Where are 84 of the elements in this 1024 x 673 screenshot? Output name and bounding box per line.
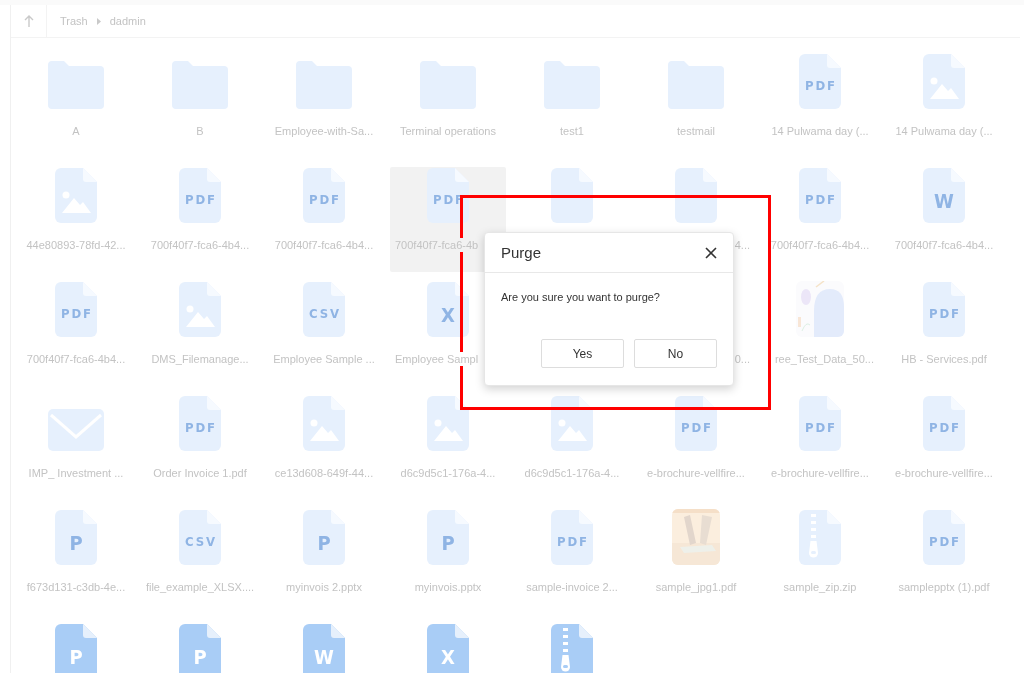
document-icon: CSV [179,510,221,565]
file-name: ree_Test_Data_50... [774,352,874,366]
file-name: 700f40f7-fca6-4b4... [894,238,994,252]
document-icon: PDF [179,396,221,451]
document-icon: PDF [55,282,97,337]
folder-icon [172,61,228,109]
file-name: myinvois 2.pptx [286,580,362,594]
document-icon: PDF [303,168,345,223]
file-name: e-brochure-vellfire... [647,466,745,480]
file-name: HB - Services.pdf [901,352,987,366]
document-icon: PDF [923,510,965,565]
folder-icon [668,61,724,109]
image-file-icon [179,282,221,337]
folder-icon [48,61,104,109]
document-icon: X [427,282,469,337]
dialog-message: Are you sure you want to purge? [501,291,660,303]
document-icon: P [179,624,221,673]
file-name: myinvois.pptx [414,580,482,594]
file-name: f673d131-c3db-4e... [26,580,126,594]
file-name: 700f40f7-fca6-4b4... [26,352,126,366]
file-name: e-brochure-vellfire... [895,466,993,480]
document-icon: X [427,624,469,673]
document-icon: P [55,624,97,673]
file-name: samplepptx (1).pdf [898,580,990,594]
file-name: Employee Sample ... [273,352,375,366]
document-icon: P [303,510,345,565]
cancel-button[interactable]: No [634,339,717,368]
confirm-button[interactable]: Yes [541,339,624,368]
zip-file-icon [551,624,593,673]
folder-icon [420,61,476,109]
file-name: 14 Pulwama day (... [771,124,869,138]
folder-icon [296,61,352,109]
file-name: d6c9d5c1-176a-4... [524,466,620,480]
file-name: testmail [677,124,715,138]
file-name: d6c9d5c1-176a-4... [400,466,496,480]
file-name: sample-invoice 2... [526,580,618,594]
file-name: 0... [734,352,750,366]
close-icon[interactable] [705,246,717,259]
document-icon: W [303,624,345,673]
folder-icon [544,61,600,109]
envelope-icon [48,409,104,451]
file-name: Order Invoice 1.pdf [153,466,247,480]
file-name: 44e80893-78fd-42... [26,238,126,252]
zip-file-icon [799,510,841,565]
document-icon: PDF [799,168,841,223]
file-name: B [196,124,204,138]
image-file-icon [923,54,965,109]
document-icon [675,168,717,223]
document-icon: P [55,510,97,565]
file-name: sample_jpg1.pdf [655,580,737,594]
file-name: 700f40f7-fca6-4b4... [770,238,870,252]
image-file-icon [303,396,345,451]
file-name: IMP_ Investment ... [28,466,124,480]
document-icon: PDF [923,396,965,451]
document-icon: PDF [799,54,841,109]
file-name: A [72,124,80,138]
file-name: Terminal operations [400,124,496,138]
caret-icon [96,17,101,25]
document-icon: PDF [551,510,593,565]
image-file-icon [551,396,593,451]
file-name: file_example_XLSX.... [145,580,255,594]
document-icon: CSV [303,282,345,337]
breadcrumb-link[interactable]: Trash [60,15,88,27]
image-file-icon [55,168,97,223]
file-name: 14 Pulwama day (... [895,124,993,138]
file-name: test1 [560,124,584,138]
file-name: ce13d608-649f-44... [274,466,374,480]
document-icon: P [427,510,469,565]
file-name: 700f40f7-fca6-4b4... [150,238,250,252]
file-name: 4... [734,238,750,252]
document-icon: PDF [923,282,965,337]
file-name: Employee-with-Sa... [274,124,374,138]
document-icon: W [923,168,965,223]
file-name: DMS_Filemanage... [151,352,249,366]
document-icon: PDF [675,396,717,451]
breadcrumb-link[interactable]: dadmin [109,15,146,27]
document-icon: PDF [179,168,221,223]
file-name: e-brochure-vellfire... [771,466,869,480]
file-name: sample_zip.zip [783,580,857,594]
image-file-icon [427,396,469,451]
file-name: Employee Sampl [395,352,479,366]
document-icon [551,168,593,223]
document-icon: PDF [799,396,841,451]
file-name: 700f40f7-fca6-4b4... [274,238,374,252]
